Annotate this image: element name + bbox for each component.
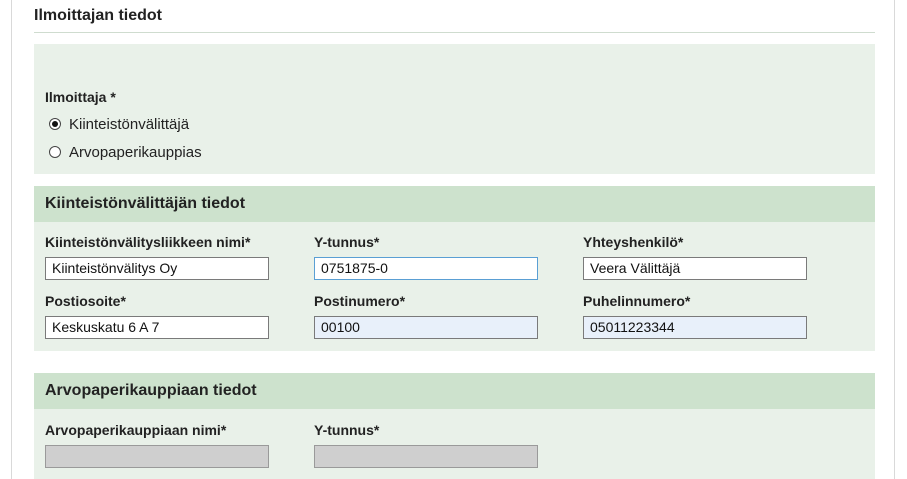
kv-address-label: Postiosoite* — [45, 293, 126, 309]
title-divider — [34, 32, 875, 33]
ap-name-input — [45, 445, 269, 468]
ap-section-title: Arvopaperikauppiaan tiedot — [45, 382, 257, 399]
ap-section-panel — [34, 409, 875, 479]
radio-button-checked[interactable] — [49, 118, 61, 130]
kv-phone-input[interactable]: 05011223344 — [583, 316, 807, 339]
kv-section-title: Kiinteistönvälittäjän tiedot — [45, 195, 246, 212]
kv-ytunnus-input[interactable]: 0751875-0 — [314, 257, 538, 280]
kv-name-input[interactable]: Kiinteistönvälitys Oy — [45, 257, 269, 280]
ilmoittaja-label: Ilmoittaja * — [45, 89, 116, 105]
kv-address-input[interactable]: Keskuskatu 6 A 7 — [45, 316, 269, 339]
radio-label: Kiinteistönvälittäjä — [69, 115, 190, 133]
kv-section-header: Kiinteistönvälittäjän tiedot — [34, 186, 875, 222]
ap-name-label: Arvopaperikauppiaan nimi* — [45, 422, 227, 438]
kv-contact-label: Yhteyshenkilö* — [583, 234, 684, 250]
kv-name-label: Kiinteistönvälitysliikkeen nimi* — [45, 234, 251, 250]
radio-option-arvopaperikauppias[interactable]: Arvopaperikauppias — [49, 142, 202, 162]
radio-label: Arvopaperikauppias — [69, 143, 202, 161]
kv-ytunnus-label: Y-tunnus* — [314, 234, 380, 250]
kv-postal-input[interactable]: 00100 — [314, 316, 538, 339]
kv-contact-input[interactable]: Veera Välittäjä — [583, 257, 807, 280]
ap-section-header: Arvopaperikauppiaan tiedot — [34, 373, 875, 409]
radio-option-kiinteistonvalittaja[interactable]: Kiinteistönvälittäjä — [49, 114, 189, 134]
kv-postal-label: Postinumero* — [314, 293, 406, 309]
kv-phone-label: Puhelinnumero* — [583, 293, 691, 309]
page-title: Ilmoittajan tiedot — [34, 7, 162, 24]
radio-button[interactable] — [49, 146, 61, 158]
ap-ytunnus-input — [314, 445, 538, 468]
ap-ytunnus-label: Y-tunnus* — [314, 422, 380, 438]
